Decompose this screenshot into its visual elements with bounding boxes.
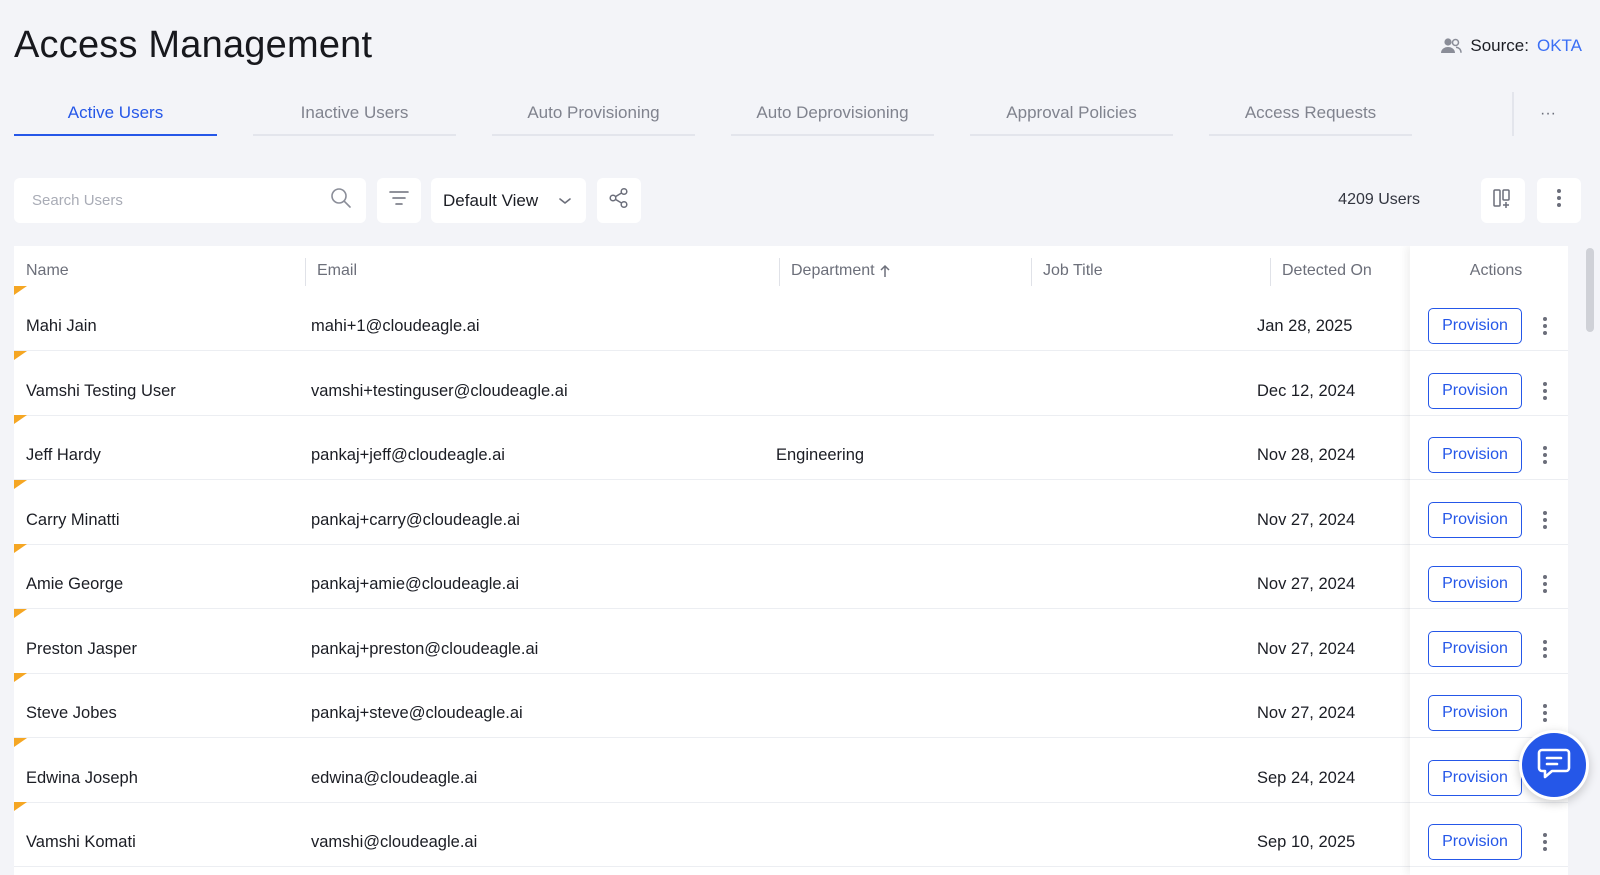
table-row[interactable]: Carry Minatti pankaj+carry@cloudeagle.ai N… <box>14 480 1568 545</box>
table-row[interactable]: Preston Jasper pankaj+preston@cloudeagle.… <box>14 609 1568 674</box>
column-header-label: Name <box>26 262 69 279</box>
provision-button[interactable]: Provision <box>1428 437 1522 473</box>
row-divider <box>1410 415 1568 416</box>
provision-button[interactable]: Provision <box>1428 373 1522 409</box>
tab-active-users[interactable]: Active Users <box>14 92 217 136</box>
source-value[interactable]: OKTA <box>1537 36 1582 56</box>
table-row[interactable]: Edwina Joseph edwina@cloudeagle.ai Sep 24,… <box>14 738 1568 803</box>
row-more-icon[interactable] <box>1537 827 1553 857</box>
cell-name: Amie George <box>26 574 124 593</box>
filter-icon <box>388 189 410 212</box>
table-scrollbar[interactable] <box>1584 246 1594 875</box>
users-table: Name Email Department Job Title Detected… <box>14 246 1568 875</box>
cell-email: pankaj+amie@cloudeagle.ai <box>311 574 520 593</box>
tab-access-requests[interactable]: Access Requests <box>1209 92 1412 136</box>
row-divider <box>1410 544 1568 545</box>
row-more-icon[interactable] <box>1537 505 1553 535</box>
provision-button[interactable]: Provision <box>1428 760 1522 796</box>
column-settings-button[interactable] <box>1481 178 1525 223</box>
users-icon <box>1440 37 1463 55</box>
column-header-actions: Actions <box>1469 262 1523 279</box>
provision-button[interactable]: Provision <box>1428 566 1522 602</box>
row-divider <box>1410 479 1568 480</box>
cell-email: mahi+1@cloudeagle.ai <box>311 316 480 335</box>
tab-approval-policies[interactable]: Approval Policies <box>970 92 1173 136</box>
cell-name: Steve Jobes <box>26 703 117 722</box>
access-management-page: Access Management Source: OKTA Active Us… <box>0 0 1600 875</box>
table-row[interactable]: Vamshi Testing User vamshi+testinguser@cl… <box>14 351 1568 416</box>
more-vertical-icon <box>1556 188 1562 213</box>
user-count: 4209 Users <box>1338 191 1420 208</box>
column-header-label: Job Title <box>1043 262 1103 279</box>
provision-button[interactable]: Provision <box>1428 824 1522 860</box>
table-row[interactable]: Jeff Hardy pankaj+jeff@cloudeagle.ai Engin… <box>14 415 1568 480</box>
column-header-label: Email <box>317 262 358 279</box>
more-options-button[interactable] <box>1537 178 1581 223</box>
cell-detected-on: Nov 27, 2024 <box>1257 703 1356 722</box>
tab-auto-provisioning[interactable]: Auto Provisioning <box>492 92 695 136</box>
cell-department: Engineering <box>776 445 865 464</box>
cell-email: vamshi@cloudeagle.ai <box>311 832 478 851</box>
filter-button[interactable] <box>377 178 421 223</box>
row-more-icon[interactable] <box>1537 311 1553 341</box>
row-more-icon[interactable] <box>1537 440 1553 470</box>
search-box <box>14 178 366 223</box>
source-indicator: Source: OKTA <box>1440 36 1582 56</box>
cell-detected-on: Sep 10, 2025 <box>1257 832 1356 851</box>
table-row[interactable]: Mahi Jain mahi+1@cloudeagle.ai Jan 28, 202… <box>14 286 1568 351</box>
scrollbar-thumb[interactable] <box>1586 248 1594 332</box>
chevron-down-icon <box>558 191 572 211</box>
column-header-label: Detected On <box>1282 262 1372 279</box>
share-icon <box>608 187 630 214</box>
provision-button[interactable]: Provision <box>1428 308 1522 344</box>
cell-detected-on: Nov 27, 2024 <box>1257 574 1356 593</box>
tabs-more-button[interactable]: ··· <box>1512 92 1582 136</box>
cell-email: pankaj+steve@cloudeagle.ai <box>311 703 523 722</box>
row-divider <box>1410 802 1568 803</box>
source-label: Source: <box>1470 36 1529 55</box>
cell-name: Jeff Hardy <box>26 445 101 464</box>
row-more-icon[interactable] <box>1537 634 1553 664</box>
chat-icon <box>1536 746 1572 785</box>
column-header-label: Department <box>791 262 875 279</box>
provision-button[interactable]: Provision <box>1428 631 1522 667</box>
table-row[interactable]: Steve Jobes pankaj+steve@cloudeagle.ai Nov… <box>14 673 1568 738</box>
share-button[interactable] <box>597 178 641 223</box>
table-row[interactable]: Amie George pankaj+amie@cloudeagle.ai Nov … <box>14 544 1568 609</box>
row-more-icon[interactable] <box>1537 698 1553 728</box>
cell-name: Vamshi Komati <box>26 832 136 851</box>
row-divider <box>1410 608 1568 609</box>
cell-email: pankaj+jeff@cloudeagle.ai <box>311 445 505 464</box>
search-icon[interactable] <box>330 187 352 214</box>
cell-name: Mahi Jain <box>26 316 97 335</box>
provision-button[interactable]: Provision <box>1428 502 1522 538</box>
search-input[interactable] <box>32 192 330 209</box>
provision-button[interactable]: Provision <box>1428 695 1522 731</box>
view-select[interactable]: Default View <box>431 178 586 223</box>
page-title: Access Management <box>14 24 373 66</box>
table-row[interactable]: Vamshi Komati vamshi@cloudeagle.ai Sep 10,… <box>14 802 1568 867</box>
column-settings-icon <box>1492 187 1514 214</box>
cell-detected-on: Nov 28, 2024 <box>1257 445 1356 464</box>
row-more-icon[interactable] <box>1537 569 1553 599</box>
sort-ascending-icon <box>880 264 890 278</box>
row-divider <box>1410 866 1568 867</box>
row-more-icon[interactable] <box>1537 376 1553 406</box>
view-select-label: Default View <box>443 190 539 210</box>
row-divider <box>1410 350 1568 351</box>
tab-bar: Active Users Inactive Users Auto Provisi… <box>14 92 1582 136</box>
row-divider <box>1410 673 1568 674</box>
tab-inactive-users[interactable]: Inactive Users <box>253 92 456 136</box>
cell-detected-on: Jan 28, 2025 <box>1257 316 1353 335</box>
chat-button[interactable] <box>1519 730 1589 800</box>
tab-auto-deprovisioning[interactable]: Auto Deprovisioning <box>731 92 934 136</box>
